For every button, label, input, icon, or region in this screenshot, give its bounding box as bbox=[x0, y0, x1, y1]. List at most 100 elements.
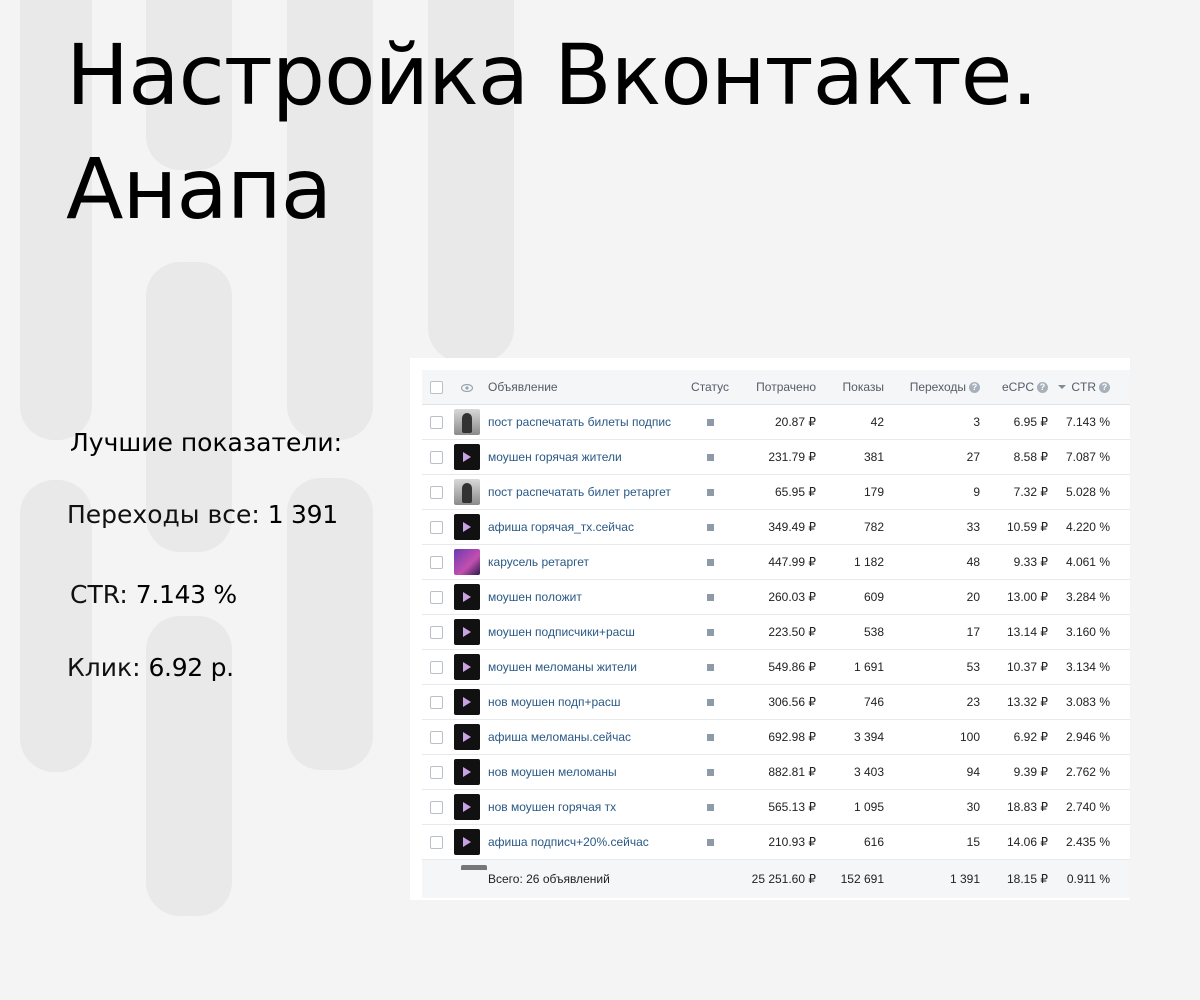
header-views[interactable]: Показы bbox=[816, 370, 884, 405]
stat-clicks: Переходы все: 1 391 bbox=[67, 500, 338, 529]
ad-name-link[interactable]: пост распечатать билеты подпис bbox=[488, 415, 671, 429]
row-checkbox[interactable] bbox=[429, 731, 443, 745]
ad-thumbnail[interactable] bbox=[454, 654, 480, 680]
cell-views: 3 403 bbox=[816, 754, 884, 790]
ad-thumbnail[interactable] bbox=[454, 619, 480, 645]
ad-name-link[interactable]: афиша горячая_тх.сейчас bbox=[488, 520, 634, 534]
ad-thumbnail[interactable] bbox=[454, 409, 480, 435]
cell-spent: 210.93 ₽ bbox=[742, 824, 816, 860]
status-stopped-icon[interactable] bbox=[706, 489, 714, 497]
stat-clicks-value: 1 391 bbox=[267, 500, 338, 529]
cell-ctr: 2.740 % bbox=[1048, 789, 1110, 825]
ad-thumbnail[interactable] bbox=[454, 514, 480, 540]
ad-name-link[interactable]: пост распечатать билет ретаргет bbox=[488, 485, 671, 499]
status-stopped-icon[interactable] bbox=[706, 524, 714, 532]
row-checkbox[interactable] bbox=[429, 486, 443, 500]
table-row[interactable]: моушен горячая жители 231.79 ₽381 27 8.58 ₽… bbox=[422, 439, 1130, 475]
ad-thumbnail[interactable] bbox=[454, 549, 480, 575]
status-stopped-icon[interactable] bbox=[706, 559, 714, 567]
ad-name-link[interactable]: моушен положит bbox=[488, 590, 582, 604]
table-row[interactable]: моушен меломаны жители 549.86 ₽1 691 53 10.… bbox=[422, 649, 1130, 685]
table-header-row: Объявление Статус Потрачено Показы Перех… bbox=[422, 370, 1130, 405]
eye-icon[interactable] bbox=[461, 383, 473, 392]
ad-thumbnail[interactable] bbox=[454, 584, 480, 610]
status-stopped-icon[interactable] bbox=[706, 594, 714, 602]
status-stopped-icon[interactable] bbox=[706, 734, 714, 742]
ad-thumbnail[interactable] bbox=[454, 689, 480, 715]
ad-thumbnail[interactable] bbox=[454, 759, 480, 785]
row-checkbox[interactable] bbox=[429, 801, 443, 815]
table-row[interactable]: нов моушен подп+расш 306.56 ₽746 23 13.32 ₽… bbox=[422, 684, 1130, 720]
cell-views: 782 bbox=[816, 509, 884, 545]
select-all-checkbox[interactable] bbox=[429, 381, 443, 395]
status-stopped-icon[interactable] bbox=[706, 804, 714, 812]
table-row[interactable]: карусель ретаргет 447.99 ₽1 182 48 9.33 ₽4.… bbox=[422, 544, 1130, 580]
row-checkbox[interactable] bbox=[429, 591, 443, 605]
table-row[interactable]: пост распечатать билеты подпис 20.87 ₽42 3… bbox=[422, 404, 1130, 440]
stat-ctr-value: 7.143 % bbox=[135, 580, 237, 609]
help-icon[interactable]: ? bbox=[1037, 382, 1048, 393]
cell-spent: 260.03 ₽ bbox=[742, 579, 816, 615]
stat-cpc-value: 6.92 р. bbox=[148, 653, 234, 682]
ad-name-link[interactable]: моушен меломаны жители bbox=[488, 660, 637, 674]
ad-name-link[interactable]: нов моушен подп+расш bbox=[488, 695, 620, 709]
ad-name-link[interactable]: моушен подписчики+расш bbox=[488, 625, 635, 639]
header-clicks[interactable]: Переходы? bbox=[884, 370, 980, 405]
cell-ctr: 3.083 % bbox=[1048, 684, 1110, 720]
status-stopped-icon[interactable] bbox=[706, 839, 714, 847]
table-row[interactable]: афиша горячая_тх.сейчас 349.49 ₽782 33 10.5… bbox=[422, 509, 1130, 545]
status-stopped-icon[interactable] bbox=[706, 699, 714, 707]
cell-ctr: 7.087 % bbox=[1048, 439, 1110, 475]
help-icon[interactable]: ? bbox=[1099, 382, 1110, 393]
row-checkbox[interactable] bbox=[429, 836, 443, 850]
table-row[interactable]: афиша меломаны.сейчас 692.98 ₽3 394 100 6.9… bbox=[422, 719, 1130, 755]
table-row[interactable]: нов моушен меломаны 882.81 ₽3 403 94 9.39 ₽… bbox=[422, 754, 1130, 790]
header-ctr[interactable]: CTR? bbox=[1048, 370, 1110, 405]
help-icon[interactable]: ? bbox=[969, 382, 980, 393]
ad-name-link[interactable]: афиша подписч+20%.сейчас bbox=[488, 835, 649, 849]
header-spent[interactable]: Потрачено bbox=[742, 370, 816, 405]
table-row[interactable]: пост распечатать билет ретаргет 65.95 ₽17… bbox=[422, 474, 1130, 510]
cell-clicks: 48 bbox=[884, 544, 980, 580]
status-stopped-icon[interactable] bbox=[706, 769, 714, 777]
status-stopped-icon[interactable] bbox=[706, 454, 714, 462]
ad-thumbnail[interactable] bbox=[454, 794, 480, 820]
ad-thumbnail[interactable] bbox=[454, 479, 480, 505]
header-ecpc[interactable]: eCPC? bbox=[980, 370, 1048, 405]
row-checkbox[interactable] bbox=[429, 556, 443, 570]
ad-name-link[interactable]: карусель ретаргет bbox=[488, 555, 589, 569]
cell-ctr: 3.284 % bbox=[1048, 579, 1110, 615]
status-stopped-icon[interactable] bbox=[706, 419, 714, 427]
partially-visible-thumbnail bbox=[461, 865, 487, 870]
header-ad[interactable]: Объявление bbox=[484, 370, 678, 405]
ad-name-link[interactable]: нов моушен меломаны bbox=[488, 765, 617, 779]
row-checkbox[interactable] bbox=[429, 416, 443, 430]
ad-thumbnail[interactable] bbox=[454, 724, 480, 750]
cell-ecpc: 13.00 ₽ bbox=[980, 579, 1048, 615]
row-checkbox[interactable] bbox=[429, 661, 443, 675]
row-checkbox[interactable] bbox=[429, 766, 443, 780]
status-stopped-icon[interactable] bbox=[706, 664, 714, 672]
cell-clicks: 100 bbox=[884, 719, 980, 755]
ad-thumbnail[interactable] bbox=[454, 829, 480, 855]
row-checkbox[interactable] bbox=[429, 626, 443, 640]
ad-name-link[interactable]: афиша меломаны.сейчас bbox=[488, 730, 631, 744]
table-row[interactable]: моушен подписчики+расш 223.50 ₽538 17 13.14… bbox=[422, 614, 1130, 650]
cell-views: 746 bbox=[816, 684, 884, 720]
row-checkbox[interactable] bbox=[429, 521, 443, 535]
stat-ctr: CTR: 7.143 % bbox=[70, 580, 237, 609]
ads-table: Объявление Статус Потрачено Показы Перех… bbox=[422, 370, 1130, 898]
table-row[interactable]: моушен положит 260.03 ₽609 20 13.00 ₽3.284 … bbox=[422, 579, 1130, 615]
table-row[interactable]: афиша подписч+20%.сейчас 210.93 ₽616 15 14.… bbox=[422, 824, 1130, 860]
ad-thumbnail[interactable] bbox=[454, 444, 480, 470]
status-stopped-icon[interactable] bbox=[706, 629, 714, 637]
cell-spent: 306.56 ₽ bbox=[742, 684, 816, 720]
ad-name-link[interactable]: моушен горячая жители bbox=[488, 450, 622, 464]
row-checkbox[interactable] bbox=[429, 696, 443, 710]
totals-spent: 25 251.60 ₽ bbox=[742, 859, 816, 898]
table-row[interactable]: нов моушен горячая тх 565.13 ₽1 095 30 18.8… bbox=[422, 789, 1130, 825]
ad-name-link[interactable]: нов моушен горячая тх bbox=[488, 800, 616, 814]
row-checkbox[interactable] bbox=[429, 451, 443, 465]
header-status[interactable]: Статус bbox=[678, 370, 742, 405]
cell-clicks: 20 bbox=[884, 579, 980, 615]
